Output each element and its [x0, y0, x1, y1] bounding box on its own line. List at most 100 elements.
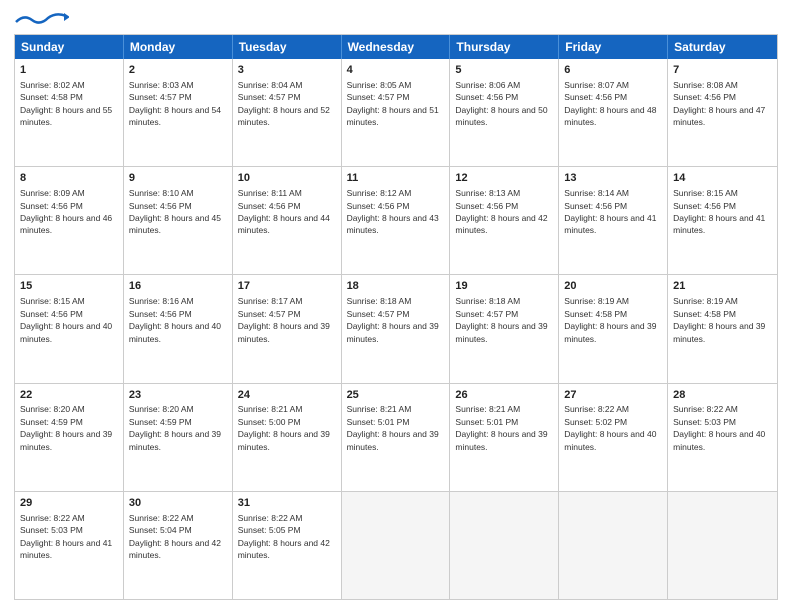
day-number: 26 — [455, 388, 553, 403]
day-number: 20 — [564, 279, 662, 294]
calendar-day-18: 18 Sunrise: 8:18 AMSunset: 4:57 PMDayligh… — [342, 275, 451, 382]
header-day-monday: Monday — [124, 35, 233, 59]
calendar: SundayMondayTuesdayWednesdayThursdayFrid… — [14, 34, 778, 600]
calendar-day-4: 4 Sunrise: 8:05 AMSunset: 4:57 PMDaylight… — [342, 59, 451, 166]
calendar-day-15: 15 Sunrise: 8:15 AMSunset: 4:56 PMDayligh… — [15, 275, 124, 382]
calendar-day-10: 10 Sunrise: 8:11 AMSunset: 4:56 PMDayligh… — [233, 167, 342, 274]
day-info: Sunrise: 8:09 AMSunset: 4:56 PMDaylight:… — [20, 188, 112, 235]
day-number: 14 — [673, 171, 772, 186]
day-info: Sunrise: 8:16 AMSunset: 4:56 PMDaylight:… — [129, 296, 221, 343]
calendar-week-5: 29 Sunrise: 8:22 AMSunset: 5:03 PMDayligh… — [15, 491, 777, 599]
day-number: 31 — [238, 496, 336, 511]
calendar-header: SundayMondayTuesdayWednesdayThursdayFrid… — [15, 35, 777, 59]
calendar-day-14: 14 Sunrise: 8:15 AMSunset: 4:56 PMDayligh… — [668, 167, 777, 274]
day-info: Sunrise: 8:15 AMSunset: 4:56 PMDaylight:… — [673, 188, 765, 235]
calendar-week-4: 22Sunrise: 8:20 AMSunset: 4:59 PMDayligh… — [15, 383, 777, 491]
day-number: 29 — [20, 496, 118, 511]
calendar-day-11: 11 Sunrise: 8:12 AMSunset: 4:56 PMDayligh… — [342, 167, 451, 274]
calendar-day-13: 13Sunrise: 8:14 AMSunset: 4:56 PMDayligh… — [559, 167, 668, 274]
day-number: 23 — [129, 388, 227, 403]
calendar-day-12: 12 Sunrise: 8:13 AMSunset: 4:56 PMDayligh… — [450, 167, 559, 274]
day-info: Sunrise: 8:19 AMSunset: 4:58 PMDaylight:… — [564, 296, 656, 343]
calendar-body: 1Sunrise: 8:02 AMSunset: 4:58 PMDaylight… — [15, 59, 777, 599]
calendar-day-30: 30Sunrise: 8:22 AMSunset: 5:04 PMDayligh… — [124, 492, 233, 599]
calendar-day-28: 28Sunrise: 8:22 AMSunset: 5:03 PMDayligh… — [668, 384, 777, 491]
day-info: Sunrise: 8:03 AMSunset: 4:57 PMDaylight:… — [129, 80, 221, 127]
empty-cell — [668, 492, 777, 599]
day-info: Sunrise: 8:15 AMSunset: 4:56 PMDaylight:… — [20, 296, 112, 343]
day-number: 10 — [238, 171, 336, 186]
day-info: Sunrise: 8:18 AMSunset: 4:57 PMDaylight:… — [347, 296, 439, 343]
header-day-saturday: Saturday — [668, 35, 777, 59]
calendar-day-8: 8Sunrise: 8:09 AMSunset: 4:56 PMDaylight… — [15, 167, 124, 274]
day-number: 6 — [564, 63, 662, 78]
day-info: Sunrise: 8:20 AMSunset: 4:59 PMDaylight:… — [20, 404, 112, 451]
day-info: Sunrise: 8:21 AMSunset: 5:01 PMDaylight:… — [347, 404, 439, 451]
day-number: 30 — [129, 496, 227, 511]
day-number: 3 — [238, 63, 336, 78]
calendar-day-20: 20 Sunrise: 8:19 AMSunset: 4:58 PMDayligh… — [559, 275, 668, 382]
calendar-week-3: 15 Sunrise: 8:15 AMSunset: 4:56 PMDayligh… — [15, 274, 777, 382]
calendar-day-27: 27Sunrise: 8:22 AMSunset: 5:02 PMDayligh… — [559, 384, 668, 491]
day-number: 21 — [673, 279, 772, 294]
calendar-day-19: 19Sunrise: 8:18 AMSunset: 4:57 PMDayligh… — [450, 275, 559, 382]
day-number: 18 — [347, 279, 445, 294]
day-info: Sunrise: 8:19 AMSunset: 4:58 PMDaylight:… — [673, 296, 765, 343]
calendar-day-24: 24Sunrise: 8:21 AMSunset: 5:00 PMDayligh… — [233, 384, 342, 491]
day-info: Sunrise: 8:17 AMSunset: 4:57 PMDaylight:… — [238, 296, 330, 343]
calendar-day-3: 3 Sunrise: 8:04 AMSunset: 4:57 PMDaylight… — [233, 59, 342, 166]
day-info: Sunrise: 8:05 AMSunset: 4:57 PMDaylight:… — [347, 80, 439, 127]
day-info: Sunrise: 8:21 AMSunset: 5:00 PMDaylight:… — [238, 404, 330, 451]
calendar-week-2: 8Sunrise: 8:09 AMSunset: 4:56 PMDaylight… — [15, 166, 777, 274]
logo-wave-icon — [14, 12, 69, 26]
day-info: Sunrise: 8:14 AMSunset: 4:56 PMDaylight:… — [564, 188, 656, 235]
day-number: 4 — [347, 63, 445, 78]
day-info: Sunrise: 8:20 AMSunset: 4:59 PMDaylight:… — [129, 404, 221, 451]
header-day-tuesday: Tuesday — [233, 35, 342, 59]
day-number: 15 — [20, 279, 118, 294]
logo — [14, 12, 69, 26]
day-number: 7 — [673, 63, 772, 78]
day-info: Sunrise: 8:04 AMSunset: 4:57 PMDaylight:… — [238, 80, 330, 127]
calendar-day-22: 22Sunrise: 8:20 AMSunset: 4:59 PMDayligh… — [15, 384, 124, 491]
day-info: Sunrise: 8:12 AMSunset: 4:56 PMDaylight:… — [347, 188, 439, 235]
calendar-day-23: 23Sunrise: 8:20 AMSunset: 4:59 PMDayligh… — [124, 384, 233, 491]
day-number: 12 — [455, 171, 553, 186]
day-info: Sunrise: 8:21 AMSunset: 5:01 PMDaylight:… — [455, 404, 547, 451]
calendar-day-6: 6 Sunrise: 8:07 AMSunset: 4:56 PMDaylight… — [559, 59, 668, 166]
day-number: 22 — [20, 388, 118, 403]
day-info: Sunrise: 8:11 AMSunset: 4:56 PMDaylight:… — [238, 188, 330, 235]
day-info: Sunrise: 8:07 AMSunset: 4:56 PMDaylight:… — [564, 80, 656, 127]
day-number: 25 — [347, 388, 445, 403]
calendar-day-26: 26Sunrise: 8:21 AMSunset: 5:01 PMDayligh… — [450, 384, 559, 491]
calendar-day-2: 2 Sunrise: 8:03 AMSunset: 4:57 PMDaylight… — [124, 59, 233, 166]
day-info: Sunrise: 8:22 AMSunset: 5:05 PMDaylight:… — [238, 513, 330, 560]
calendar-day-21: 21 Sunrise: 8:19 AMSunset: 4:58 PMDayligh… — [668, 275, 777, 382]
empty-cell — [559, 492, 668, 599]
calendar-day-17: 17 Sunrise: 8:17 AMSunset: 4:57 PMDayligh… — [233, 275, 342, 382]
header-day-thursday: Thursday — [450, 35, 559, 59]
day-number: 27 — [564, 388, 662, 403]
empty-cell — [450, 492, 559, 599]
header — [14, 12, 778, 26]
day-number: 2 — [129, 63, 227, 78]
day-number: 28 — [673, 388, 772, 403]
day-number: 9 — [129, 171, 227, 186]
calendar-week-1: 1Sunrise: 8:02 AMSunset: 4:58 PMDaylight… — [15, 59, 777, 166]
day-number: 17 — [238, 279, 336, 294]
day-number: 1 — [20, 63, 118, 78]
page: SundayMondayTuesdayWednesdayThursdayFrid… — [0, 0, 792, 612]
calendar-day-1: 1Sunrise: 8:02 AMSunset: 4:58 PMDaylight… — [15, 59, 124, 166]
calendar-day-25: 25Sunrise: 8:21 AMSunset: 5:01 PMDayligh… — [342, 384, 451, 491]
day-number: 5 — [455, 63, 553, 78]
day-info: Sunrise: 8:10 AMSunset: 4:56 PMDaylight:… — [129, 188, 221, 235]
day-number: 11 — [347, 171, 445, 186]
day-number: 24 — [238, 388, 336, 403]
calendar-day-5: 5Sunrise: 8:06 AMSunset: 4:56 PMDaylight… — [450, 59, 559, 166]
header-day-wednesday: Wednesday — [342, 35, 451, 59]
day-info: Sunrise: 8:13 AMSunset: 4:56 PMDaylight:… — [455, 188, 547, 235]
day-number: 16 — [129, 279, 227, 294]
day-info: Sunrise: 8:22 AMSunset: 5:03 PMDaylight:… — [20, 513, 112, 560]
day-info: Sunrise: 8:22 AMSunset: 5:03 PMDaylight:… — [673, 404, 765, 451]
calendar-day-29: 29 Sunrise: 8:22 AMSunset: 5:03 PMDayligh… — [15, 492, 124, 599]
